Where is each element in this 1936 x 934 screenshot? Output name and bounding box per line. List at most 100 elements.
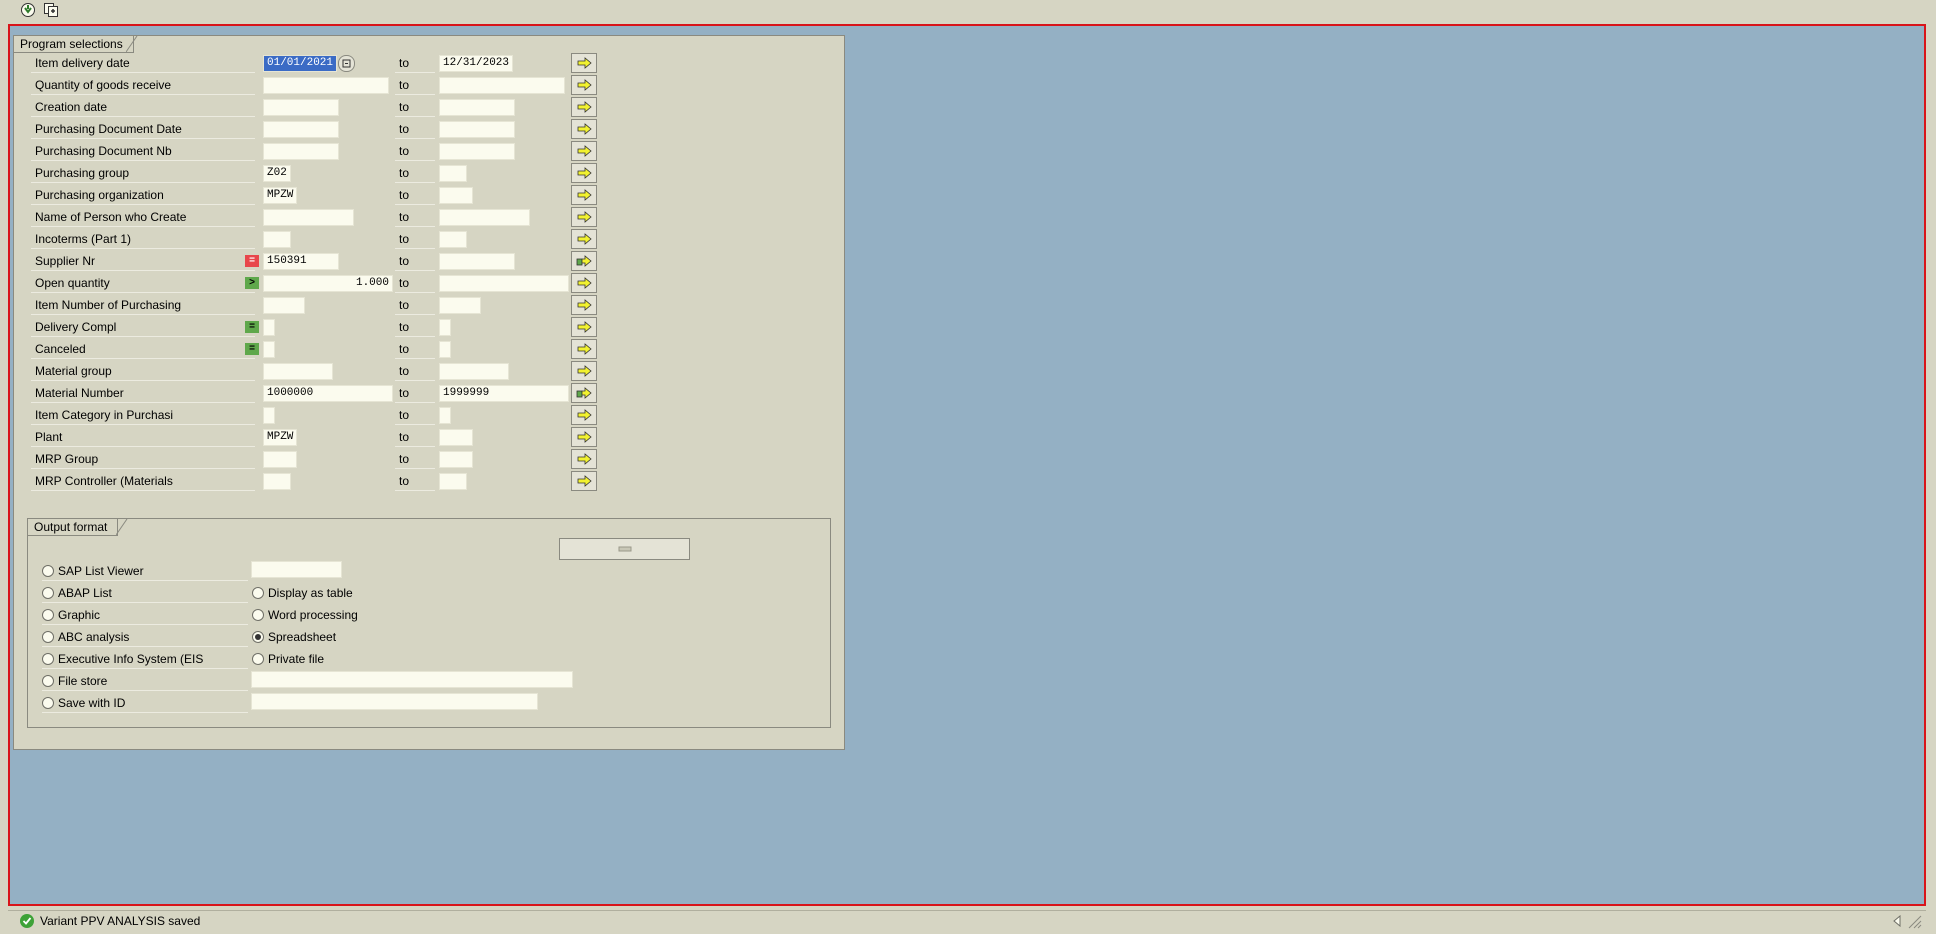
to-field[interactable] xyxy=(439,341,451,358)
multiple-selection-button[interactable] xyxy=(571,449,597,469)
from-field[interactable] xyxy=(263,143,339,160)
output-option[interactable]: Executive Info System (EIS xyxy=(42,649,248,669)
radio-button[interactable] xyxy=(252,630,264,643)
from-field[interactable] xyxy=(263,407,275,424)
to-field[interactable] xyxy=(439,297,481,314)
multiple-selection-button[interactable] xyxy=(571,163,597,183)
from-field[interactable]: MPZW xyxy=(263,429,297,446)
from-field[interactable] xyxy=(263,319,275,336)
radio-button[interactable] xyxy=(42,652,54,665)
equals-option-icon[interactable]: = xyxy=(245,321,259,333)
to-field[interactable] xyxy=(439,451,473,468)
calendar-help-button[interactable] xyxy=(338,55,355,72)
multiple-selection-button[interactable] xyxy=(571,229,597,249)
radio-button[interactable] xyxy=(42,674,54,687)
multiple-selection-button[interactable] xyxy=(571,53,597,73)
from-field[interactable]: 01/01/2021 xyxy=(263,55,337,72)
multiple-selection-button[interactable] xyxy=(571,207,597,227)
radio-button[interactable] xyxy=(252,652,264,665)
to-field[interactable] xyxy=(439,275,569,292)
multiple-selection-button[interactable] xyxy=(571,471,597,491)
output-option[interactable]: SAP List Viewer xyxy=(42,561,248,581)
output-option[interactable]: Save with ID xyxy=(42,693,248,713)
from-field[interactable] xyxy=(263,77,389,94)
from-field[interactable] xyxy=(263,473,291,490)
multiple-selection-button[interactable] xyxy=(571,97,597,117)
radio-button[interactable] xyxy=(42,608,54,621)
multiple-selection-button[interactable] xyxy=(571,427,597,447)
scroll-left-icon[interactable] xyxy=(1892,915,1902,927)
to-field[interactable] xyxy=(439,407,451,424)
radio-button[interactable] xyxy=(42,564,54,577)
radio-button[interactable] xyxy=(42,696,54,709)
multiple-selection-button[interactable] xyxy=(571,295,597,315)
to-field[interactable] xyxy=(439,319,451,336)
to-label: to xyxy=(399,320,410,334)
from-field[interactable]: 150391 xyxy=(263,253,339,270)
multiple-selection-icon xyxy=(577,79,592,91)
equals-option-icon[interactable]: = xyxy=(245,255,259,267)
multiple-selection-button[interactable] xyxy=(571,273,597,293)
multiple-selection-icon xyxy=(577,57,592,69)
from-field[interactable]: 1.000 xyxy=(263,275,393,292)
to-field[interactable]: 1999999 xyxy=(439,385,569,402)
to-field[interactable]: 12/31/2023 xyxy=(439,55,513,72)
to-field[interactable] xyxy=(439,473,467,490)
from-field[interactable] xyxy=(263,231,291,248)
to-field[interactable] xyxy=(439,99,515,116)
output-option[interactable]: ABAP List xyxy=(42,583,248,603)
output-option[interactable]: Private file xyxy=(252,649,324,669)
tab-corner-icon xyxy=(116,519,128,536)
from-field[interactable] xyxy=(263,363,333,380)
output-settings-button[interactable] xyxy=(559,538,690,560)
radio-button[interactable] xyxy=(42,586,54,599)
greater-than-option-icon[interactable]: > xyxy=(245,277,259,289)
multiple-selection-button[interactable] xyxy=(571,339,597,359)
from-field[interactable] xyxy=(263,121,339,138)
output-option[interactable]: ABC analysis xyxy=(42,627,248,647)
multiple-selection-button[interactable] xyxy=(571,361,597,381)
output-option[interactable]: File store xyxy=(42,671,248,691)
to-field[interactable] xyxy=(439,253,515,270)
multiple-selection-button[interactable] xyxy=(571,119,597,139)
to-field[interactable] xyxy=(439,363,509,380)
radio-button[interactable] xyxy=(252,586,264,599)
to-field[interactable] xyxy=(439,429,473,446)
from-field[interactable] xyxy=(263,297,305,314)
from-field[interactable] xyxy=(263,341,275,358)
multiple-selection-button[interactable] xyxy=(571,141,597,161)
from-field[interactable]: Z02 xyxy=(263,165,291,182)
equals-option-icon[interactable]: = xyxy=(245,343,259,355)
multiple-selection-button[interactable] xyxy=(571,317,597,337)
radio-button[interactable] xyxy=(252,608,264,621)
from-field[interactable]: 1000000 xyxy=(263,385,393,402)
save-with-id-field[interactable] xyxy=(251,693,538,710)
resize-grip-icon[interactable] xyxy=(1906,913,1922,929)
from-field[interactable] xyxy=(263,451,297,468)
to-field[interactable] xyxy=(439,209,530,226)
output-option[interactable]: Graphic xyxy=(42,605,248,625)
to-field[interactable] xyxy=(439,231,467,248)
from-field[interactable] xyxy=(263,99,339,116)
multiple-selection-button[interactable] xyxy=(571,185,597,205)
output-option[interactable]: Display as table xyxy=(252,583,353,603)
get-variant-button[interactable] xyxy=(42,1,60,19)
to-field[interactable] xyxy=(439,187,473,204)
to-field[interactable] xyxy=(439,121,515,138)
output-option[interactable]: Spreadsheet xyxy=(252,627,336,647)
multiple-selection-button[interactable] xyxy=(571,75,597,95)
to-field[interactable] xyxy=(439,165,467,182)
from-field[interactable]: MPZW xyxy=(263,187,297,204)
sap-list-viewer-field[interactable] xyxy=(251,561,342,578)
output-option-label: SAP List Viewer xyxy=(58,564,144,578)
multiple-selection-button[interactable] xyxy=(571,383,597,403)
from-field[interactable] xyxy=(263,209,354,226)
multiple-selection-button[interactable] xyxy=(571,251,597,271)
multiple-selection-button[interactable] xyxy=(571,405,597,425)
to-field[interactable] xyxy=(439,143,515,160)
output-option[interactable]: Word processing xyxy=(252,605,358,625)
to-field[interactable] xyxy=(439,77,565,94)
radio-button[interactable] xyxy=(42,630,54,643)
file-store-field[interactable] xyxy=(251,671,573,688)
execute-button[interactable] xyxy=(19,1,37,19)
